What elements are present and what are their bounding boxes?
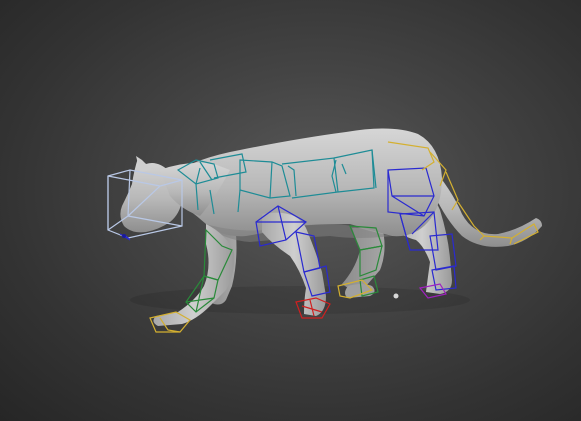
scene-canvas[interactable]	[0, 0, 581, 421]
pivot-marker-head[interactable]	[122, 234, 126, 238]
3d-viewport[interactable]	[0, 0, 581, 421]
pivot-marker[interactable]	[393, 293, 399, 299]
ground-shadow	[130, 286, 470, 314]
